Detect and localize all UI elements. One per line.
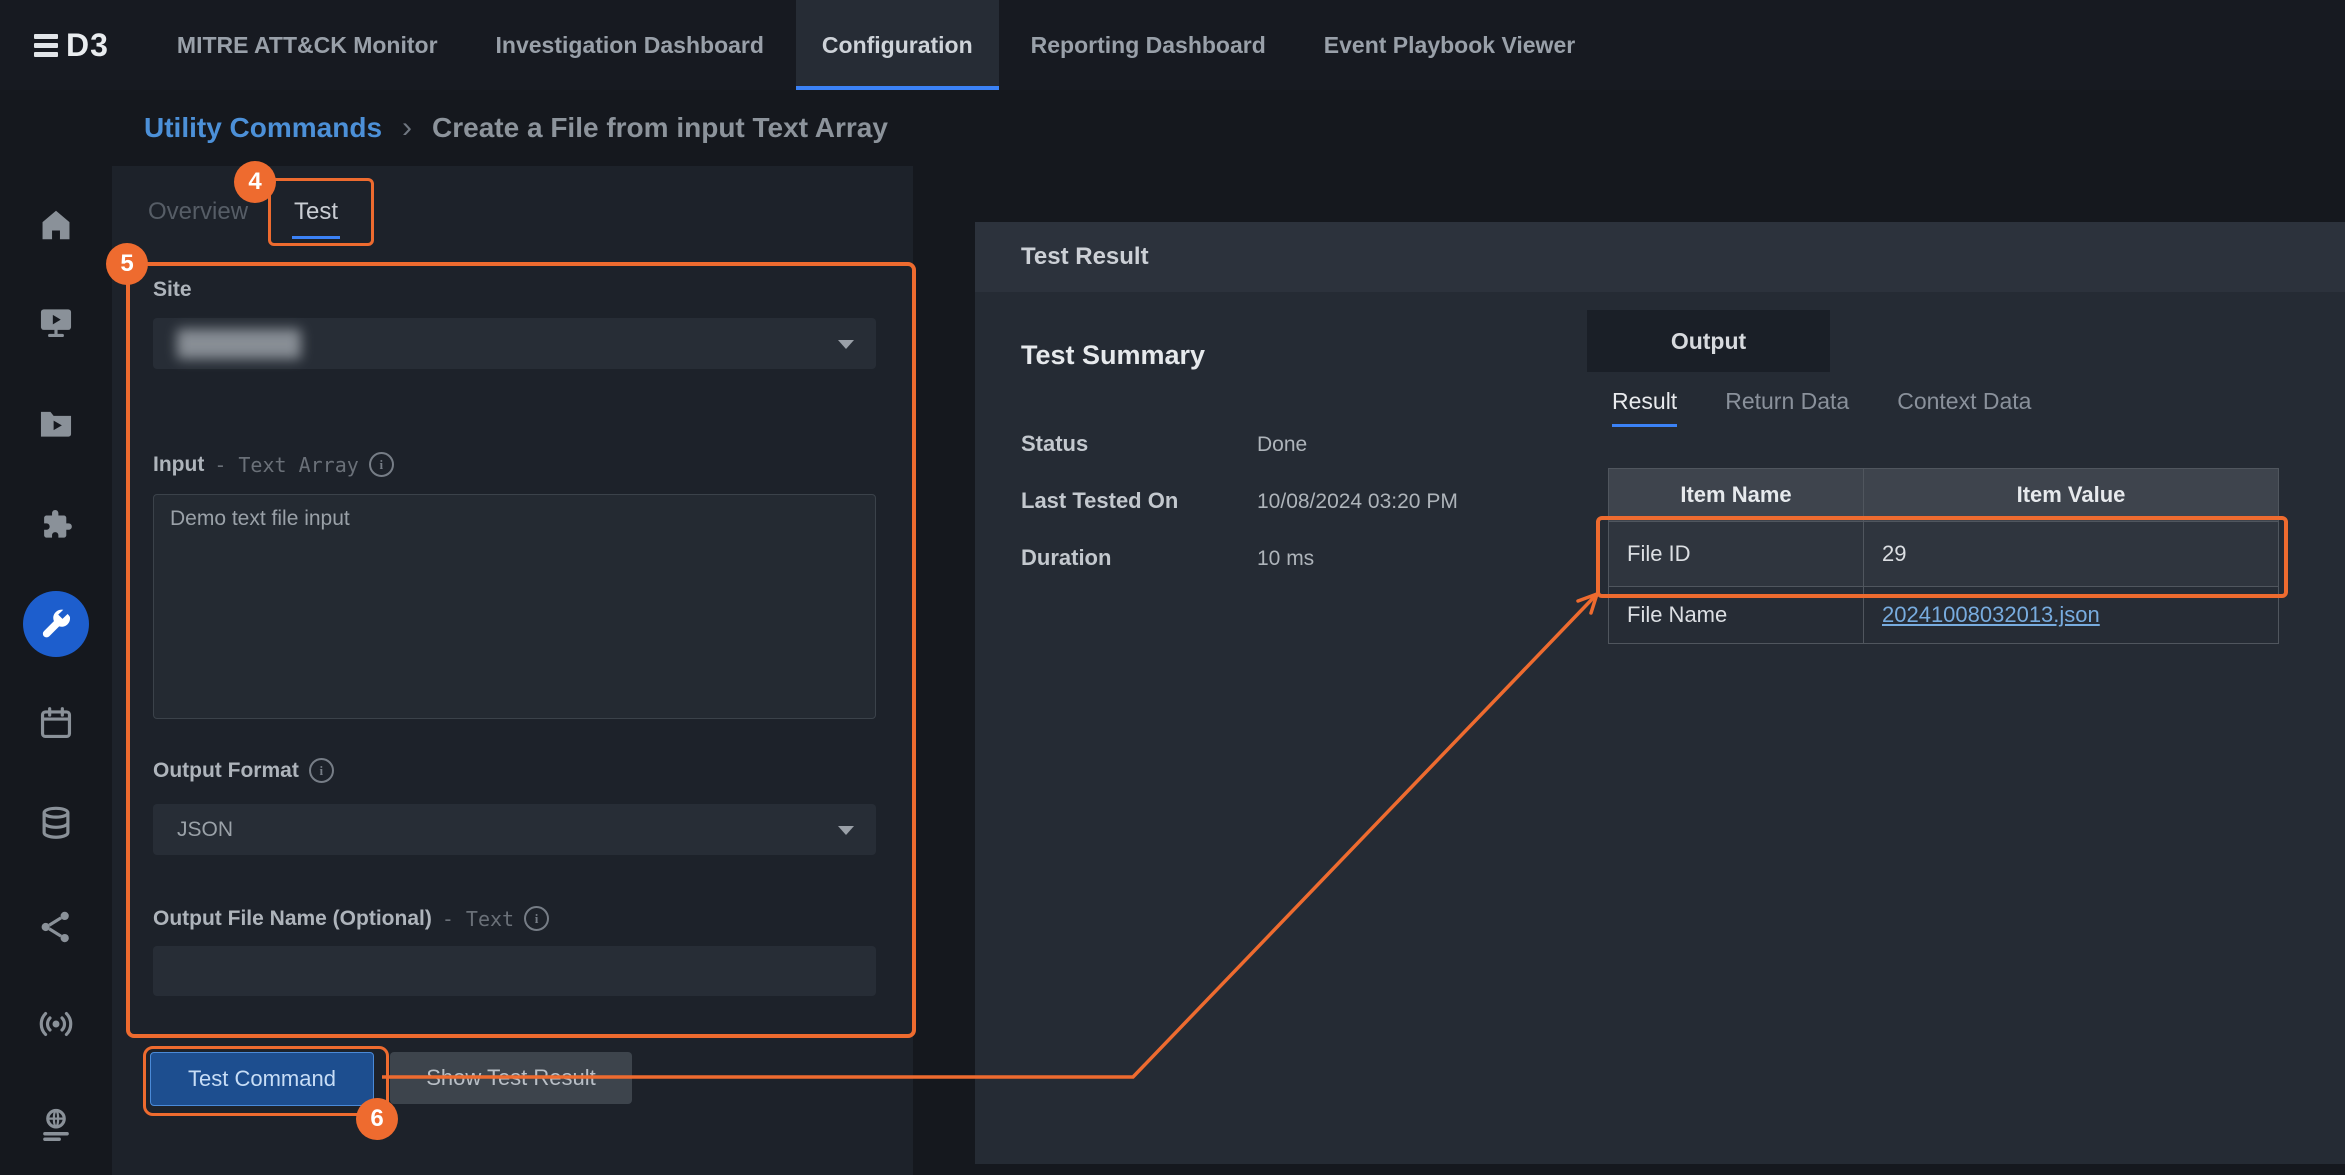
breadcrumb-separator-icon: ›: [402, 111, 412, 145]
input-type-hint: - Text Array: [214, 453, 359, 477]
input-textarea[interactable]: Demo text file input: [153, 494, 876, 719]
calendar-icon[interactable]: [0, 704, 112, 742]
subtab-context-data[interactable]: Context Data: [1897, 388, 2031, 427]
duration-value: 10 ms: [1257, 547, 1314, 571]
test-summary-title: Test Summary: [1021, 340, 1205, 371]
nav-investigation-dashboard[interactable]: Investigation Dashboard: [470, 0, 790, 90]
table-row-file-id: File ID 29: [1609, 522, 2279, 587]
output-sub-tabs: Result Return Data Context Data: [1612, 388, 2031, 427]
nav-event-playbook-viewer[interactable]: Event Playbook Viewer: [1298, 0, 1601, 90]
monitor-play-icon[interactable]: [0, 303, 112, 341]
last-tested-on-label: Last Tested On: [1021, 488, 1178, 514]
test-result-panel: Test Summary Status Done Last Tested On …: [975, 292, 2345, 1164]
result-table: Item Name Item Value File ID 29 File Nam…: [1608, 468, 2279, 644]
broadcast-icon[interactable]: [0, 1005, 112, 1043]
nav-configuration[interactable]: Configuration: [796, 0, 999, 90]
file-id-value-cell: 29: [1864, 522, 2279, 587]
top-nav-bar: D3 MITRE ATT&CK Monitor Investigation Da…: [0, 0, 2345, 90]
file-id-name-cell: File ID: [1609, 522, 1864, 587]
sidebar-rail: [0, 90, 112, 1175]
output-file-name-label: Output File Name (Optional) - Text: [153, 906, 549, 931]
last-tested-on-value: 10/08/2024 03:20 PM: [1257, 490, 1458, 514]
output-format-select[interactable]: JSON: [153, 804, 876, 855]
site-select[interactable]: [153, 318, 876, 369]
annotation-callout-6: 6: [356, 1098, 398, 1140]
file-name-link[interactable]: 20241008032013.json: [1882, 602, 2100, 627]
info-icon[interactable]: [369, 452, 394, 477]
annotation-callout-4: 4: [234, 161, 276, 203]
chevron-down-icon: [838, 826, 854, 835]
breadcrumb-utility-commands[interactable]: Utility Commands: [144, 112, 382, 144]
tab-test[interactable]: Test: [292, 192, 340, 239]
col-item-value: Item Value: [1864, 469, 2279, 522]
status-value: Done: [1257, 433, 1307, 457]
d3-logo-text: D3: [66, 27, 109, 64]
command-config-panel: Overview Test Site Input - Text Array De…: [112, 166, 913, 1175]
table-row-file-name: File Name 20241008032013.json: [1609, 587, 2279, 644]
nav-mitre-attck-monitor[interactable]: MITRE ATT&CK Monitor: [151, 0, 464, 90]
output-format-label: Output Format: [153, 758, 334, 783]
test-command-button[interactable]: Test Command: [150, 1052, 374, 1106]
chevron-down-icon: [838, 340, 854, 349]
top-nav-items: MITRE ATT&CK Monitor Investigation Dashb…: [151, 0, 1601, 90]
result-table-header-row: Item Name Item Value: [1609, 469, 2279, 522]
database-icon[interactable]: [0, 804, 112, 842]
tab-output[interactable]: Output: [1587, 310, 1830, 372]
d3-logo-bars-icon: [34, 34, 58, 57]
file-name-value-cell: 20241008032013.json: [1864, 587, 2279, 644]
puzzle-icon[interactable]: [0, 506, 112, 544]
output-format-value: JSON: [177, 818, 233, 842]
nav-reporting-dashboard[interactable]: Reporting Dashboard: [1005, 0, 1292, 90]
d3-logo[interactable]: D3: [0, 0, 151, 90]
page-title: Create a File from input Text Array: [432, 112, 888, 144]
subtab-result[interactable]: Result: [1612, 388, 1677, 427]
share-nodes-icon[interactable]: [0, 908, 112, 946]
site-label: Site: [153, 278, 192, 302]
globe-audit-icon[interactable]: [0, 1106, 112, 1144]
folder-play-icon[interactable]: [0, 404, 112, 442]
wrench-icon[interactable]: [0, 605, 112, 643]
info-icon[interactable]: [309, 758, 334, 783]
tab-overview[interactable]: Overview: [146, 192, 250, 239]
annotation-callout-5: 5: [106, 243, 148, 285]
output-file-name-input[interactable]: [153, 946, 876, 996]
col-item-name: Item Name: [1609, 469, 1864, 522]
test-result-header: Test Result: [975, 222, 2345, 292]
status-label: Status: [1021, 431, 1088, 457]
breadcrumb: Utility Commands › Create a File from in…: [112, 90, 888, 166]
site-selected-value-redacted: [177, 329, 301, 359]
output-file-type-hint: - Text: [442, 907, 514, 931]
info-icon[interactable]: [524, 906, 549, 931]
form-buttons: Test Command Show Test Result: [150, 1052, 632, 1106]
duration-label: Duration: [1021, 545, 1111, 571]
file-name-name-cell: File Name: [1609, 587, 1864, 644]
input-label: Input - Text Array: [153, 452, 394, 477]
app-screen: D3 MITRE ATT&CK Monitor Investigation Da…: [0, 0, 2345, 1175]
subtab-return-data[interactable]: Return Data: [1725, 388, 1849, 427]
show-test-result-button[interactable]: Show Test Result: [390, 1052, 632, 1104]
home-icon[interactable]: [0, 206, 112, 244]
